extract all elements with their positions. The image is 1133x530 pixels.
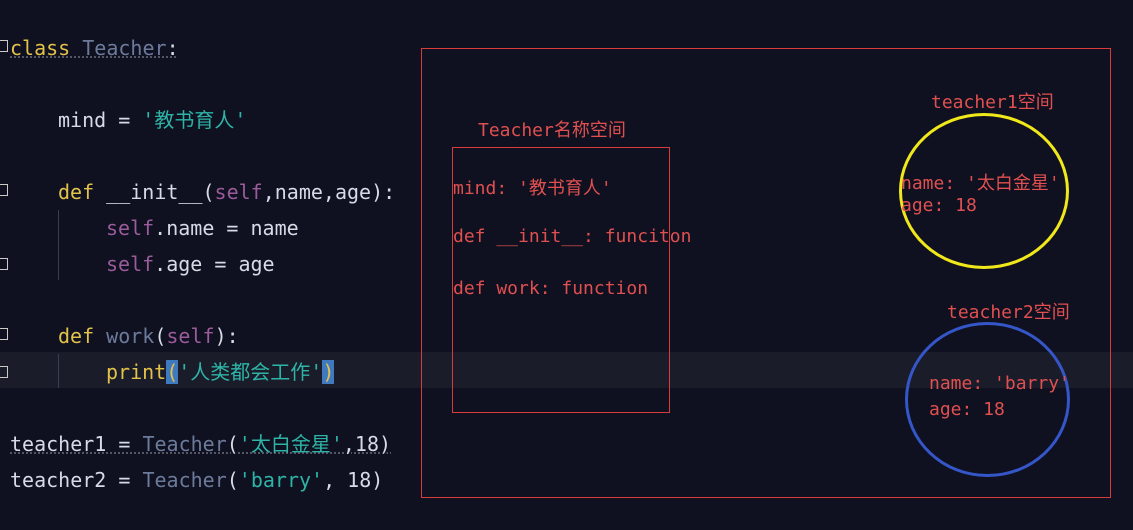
indent-guide bbox=[58, 354, 59, 388]
fold-end-icon[interactable] bbox=[0, 258, 8, 270]
teacher1-item-age: age: 18 bbox=[901, 195, 977, 216]
code-line-5[interactable]: self.age = age bbox=[106, 246, 275, 282]
code-line-2[interactable]: mind = '教书育人' bbox=[58, 102, 246, 138]
teacher1-namespace-title: teacher1空间 bbox=[931, 92, 1054, 113]
teacher2-namespace-title: teacher2空间 bbox=[947, 302, 1070, 323]
code-line-7[interactable]: print('人类都会工作') bbox=[106, 354, 335, 390]
class-ns-item-mind: mind: '教书育人' bbox=[453, 178, 612, 199]
code-line-1[interactable]: class Teacher: bbox=[10, 30, 179, 66]
teacher2-item-age: age: 18 bbox=[929, 399, 1005, 420]
code-line-6[interactable]: def work(self): bbox=[58, 318, 239, 354]
code-line-8[interactable]: teacher1 = Teacher('太白金星',18) bbox=[10, 426, 391, 462]
fold-marker-icon[interactable] bbox=[0, 40, 8, 52]
code-line-4[interactable]: self.name = name bbox=[106, 210, 299, 246]
indent-guide bbox=[58, 210, 59, 280]
class-ns-item-work: def work: function bbox=[453, 278, 649, 299]
code-line-9[interactable]: teacher2 = Teacher('barry', 18) bbox=[10, 462, 383, 498]
code-line-3[interactable]: def __init__(self,name,age): bbox=[58, 174, 395, 210]
fold-marker-icon[interactable] bbox=[0, 184, 8, 196]
teacher1-item-name: name: '太白金星' bbox=[901, 173, 1060, 194]
class-namespace-title: Teacher名称空间 bbox=[478, 120, 626, 141]
fold-end-icon[interactable] bbox=[0, 366, 8, 378]
teacher2-item-name: name: 'barry' bbox=[929, 373, 1070, 394]
fold-marker-icon[interactable] bbox=[0, 328, 8, 340]
class-ns-item-init: def __init__: funciton bbox=[453, 226, 692, 247]
